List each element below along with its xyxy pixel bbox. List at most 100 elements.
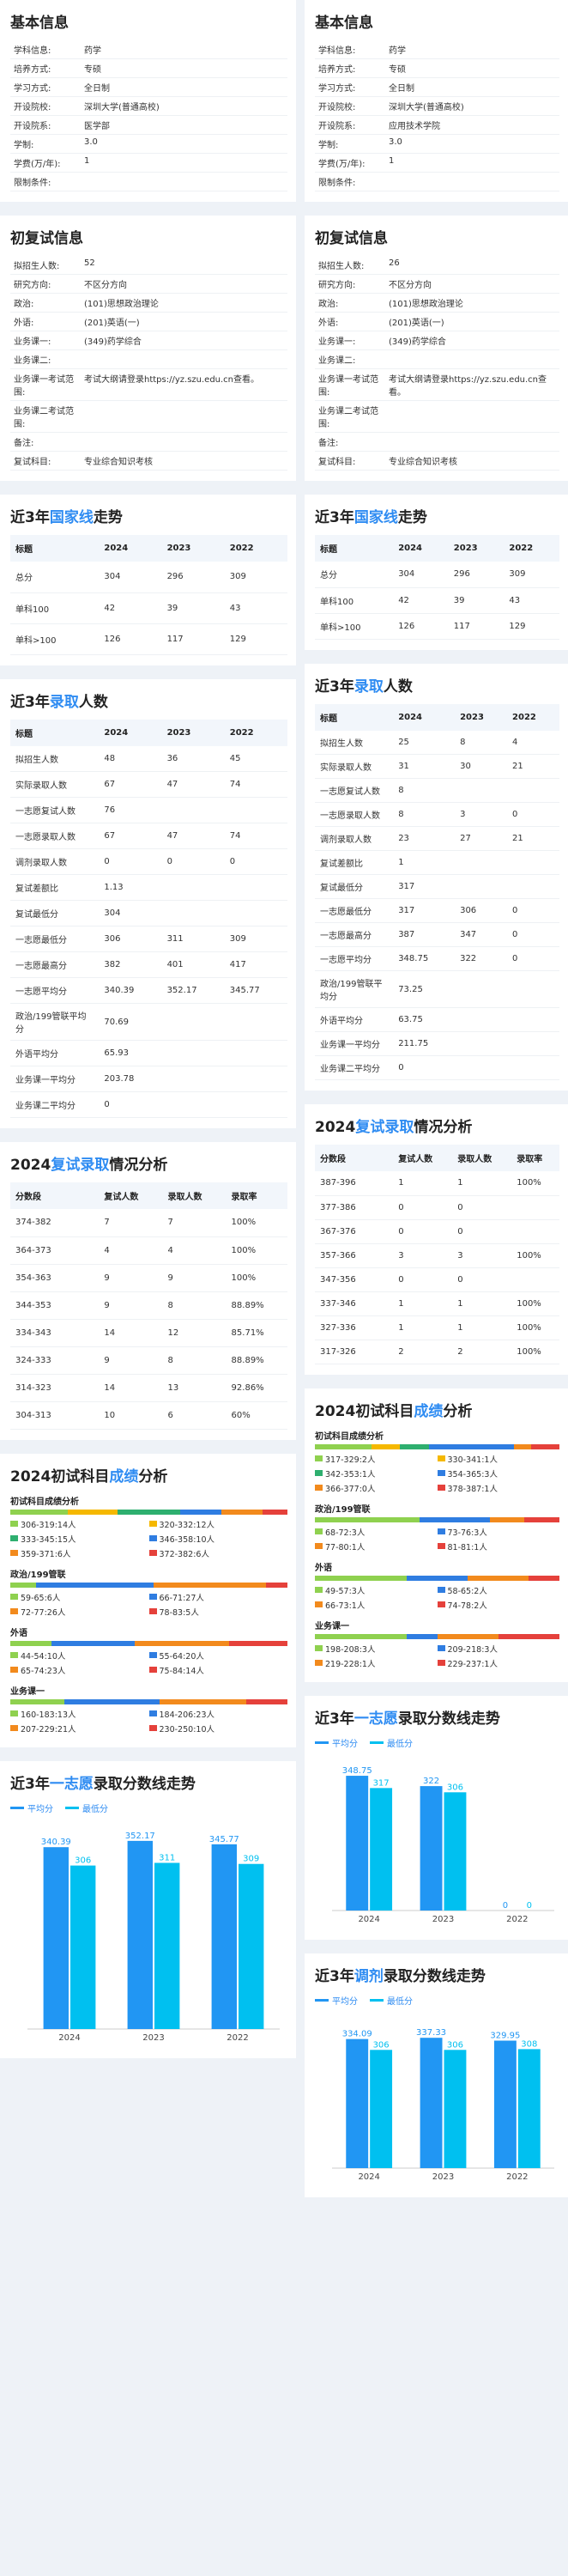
legend-item: 160-183:13人 (10, 1708, 149, 1720)
legend-swatch (10, 1806, 24, 1809)
bar-chart: 340.39 306 2024 352.17 311 2023 345.77 309 2022 (27, 1831, 280, 2043)
section-title: 2024复试录取情况分析 (315, 1115, 559, 1136)
bar-segment (221, 1509, 263, 1515)
legend-swatch (148, 1535, 157, 1541)
table-cell: 一志愿最低分 (315, 898, 394, 923)
table-cell (455, 874, 508, 899)
legend-item: 65-74:23人 (10, 1664, 149, 1676)
section-title: 2024复试录取情况分析 (10, 1152, 287, 1174)
section-title: 初复试信息 (10, 226, 287, 247)
table-row: 调剂录取人数 23 27 21 (315, 826, 559, 851)
score-group-title: 业务课一 (10, 1686, 45, 1697)
title-part: 2024 (10, 1157, 51, 1174)
table-cell: 23 (393, 826, 456, 851)
table-cell: 一志愿复试人数 (315, 778, 394, 803)
info-row: 外语: (201)英语(一) (315, 312, 559, 331)
legend-label: 平均分 (332, 1739, 358, 1749)
table-row: 367-376 0 0 (315, 1219, 559, 1244)
table-cell: 0 (161, 848, 225, 875)
legend-item: 81-81:1人 (437, 1540, 560, 1552)
info-row: 业务课一考试范围: 考试大纲请登录https://yz.szu.edu.cn查看。 (315, 368, 559, 401)
info-value: 药学 (385, 40, 559, 59)
table-cell: 348.75 (393, 946, 456, 971)
legend-label: 58-65:2人 (447, 1586, 487, 1596)
legend-item: 74-78:2人 (437, 1599, 560, 1611)
bar-segment (530, 1443, 559, 1449)
score-distribution-bar (315, 1575, 559, 1581)
table-cell: 2 (452, 1340, 512, 1364)
info-key: 政治: (315, 293, 385, 313)
title-text: 初复试信息 (10, 230, 83, 247)
legend-swatch (10, 1710, 18, 1716)
title-part: 情况分析 (414, 1119, 473, 1136)
column-header: 2022 (224, 719, 287, 746)
legend-item: 68-72:3人 (315, 1526, 438, 1538)
table-cell (455, 1031, 508, 1056)
title-part: 近3年 (10, 509, 50, 526)
info-value: 3.0 (81, 134, 287, 154)
info-row: 业务课二考试范围: (315, 400, 559, 433)
title-highlight: 国家线 (49, 509, 94, 526)
section-title: 近3年调剂录取分数线走势 (315, 1964, 559, 1985)
title-highlight: 成绩 (414, 1402, 444, 1420)
column-header: 标题 (10, 719, 100, 746)
title-text: 基本信息 (10, 15, 69, 32)
legend-item: 55-64:20人 (148, 1649, 288, 1662)
table-cell: 309 (504, 562, 559, 588)
legend-item: 77-80:1人 (315, 1540, 438, 1552)
data-label: 337.33 (416, 2028, 446, 2038)
info-value: 26 (385, 256, 559, 275)
left-column: 基本信息 学科信息: 药学 培养方式: 专硕 学习方式: 全日制 开设院校: 深圳大学(普通高校… (0, 0, 296, 2072)
column-header: 录取人数 (162, 1182, 227, 1209)
table-row: 334-343 14 12 85.71% (10, 1319, 287, 1347)
info-key: 学费(万/年): (315, 153, 385, 173)
column-header: 标题 (315, 703, 394, 731)
table-cell: 76 (99, 797, 162, 823)
info-key: 开设院系: (10, 115, 81, 135)
table-cell: 9 (99, 1264, 163, 1292)
info-value: 1 (385, 153, 559, 173)
score-group-title: 政治/199管联 (10, 1570, 66, 1580)
x-tick-label: 2022 (227, 2033, 248, 2043)
table-row: 一志愿最低分 317 306 0 (315, 898, 559, 923)
legend-label: 66-71:27人 (159, 1593, 204, 1603)
legend-swatch (148, 1652, 157, 1658)
info-key: 学费(万/年): (10, 153, 81, 173)
table-row: 一志愿复试人数 8 (315, 778, 559, 803)
info-value: 专业综合知识考核 (385, 451, 559, 471)
legend-item: 207-229:21人 (10, 1722, 149, 1735)
title-highlight: 成绩 (109, 1467, 139, 1485)
table-row: 复试差额比 1.13 (10, 874, 287, 901)
legend-label: 346-358:10人 (159, 1534, 215, 1545)
legend-label: 230-250:10人 (159, 1724, 215, 1735)
legend-item: 209-218:3人 (437, 1643, 560, 1655)
column-header: 标题 (10, 535, 100, 562)
legend-swatch (315, 1543, 323, 1549)
table-cell: 304 (99, 562, 162, 593)
info-value: 考试大纲请登录https://yz.szu.edu.cn查看。 (385, 368, 559, 401)
legend-label: 219-228:1人 (325, 1659, 376, 1669)
table-cell: 45 (224, 745, 287, 772)
bar-segment (437, 1633, 499, 1639)
table-cell (224, 900, 287, 927)
legend-swatch (10, 1652, 18, 1658)
legend-swatch (10, 1667, 18, 1673)
table-cell: 0 (507, 802, 559, 827)
info-value (385, 349, 559, 369)
table-cell (507, 1031, 559, 1056)
table-row: 政治/199管联平均分 73.25 (315, 970, 559, 1008)
title-highlight: 国家线 (353, 509, 398, 526)
score-group-title: 政治/199管联 (315, 1504, 371, 1515)
trend-chart-card: 近3年一志愿录取分数线走势 平均分 最低分 348.75 317 2024 322 306 20… (305, 1695, 568, 1940)
legend-item: 230-250:10人 (148, 1722, 288, 1735)
legend-swatch (315, 1528, 323, 1534)
table-cell: 304 (393, 562, 449, 588)
score-group-title: 初试科目成绩分析 (10, 1497, 79, 1507)
score-group-title: 外语 (315, 1563, 332, 1573)
table-cell: 203.78 (99, 1066, 162, 1092)
column-header: 2023 (455, 703, 508, 731)
score-group-title: 业务课一 (315, 1621, 349, 1631)
table-cell: 374-382 (10, 1209, 100, 1237)
info-row: 学科信息: 药学 (10, 40, 287, 59)
info-row: 备注: (10, 432, 287, 452)
